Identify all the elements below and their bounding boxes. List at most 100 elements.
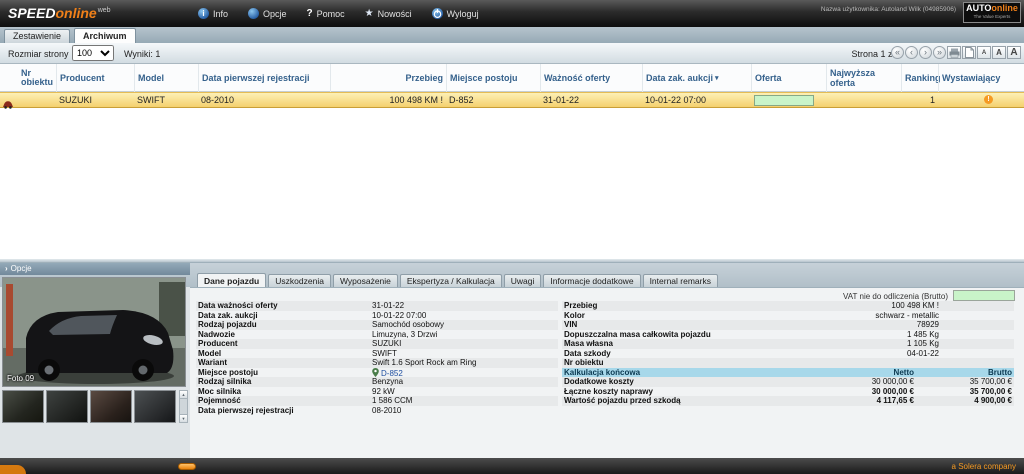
font-size-small-button[interactable]: A [977,46,991,59]
font-size-medium-button[interactable]: A [992,46,1006,59]
top-bar: SPEEDonlineweb i Info Opcje ? Pomoc ★ No… [0,0,1024,27]
column-header-najwyzsza-oferta[interactable]: Najwyższa oferta [826,64,901,92]
info-icon: i [198,8,209,19]
tab-internal-remarks[interactable]: Internal remarks [643,274,718,288]
detail-row: Data zak. aukcji10-01-22 07:00 [196,311,558,321]
brutto-value: 4 900,00 € [974,396,1012,406]
brand-tagline: The Value Experts [964,14,1020,20]
field-label: Dodatkowe koszty [564,377,634,387]
detail-row: Dopuszczalna masa całkowita pojazdu1 485… [562,330,1014,340]
tab-informacje-dodatkowe[interactable]: Informacje dodatkowe [543,274,640,288]
logout-icon [432,8,443,19]
print-button[interactable] [947,46,961,59]
nav-info-label: Info [213,9,228,19]
solera-copyright: a Solera company [952,462,1016,471]
username-label: Nazwa użytkownika: Autoland Wilk (049859… [821,6,956,13]
vat-value-box [953,290,1015,301]
kalkulacja-row: Dodatkowe koszty 30 000,00 € 35 700,00 € [562,377,1014,387]
detail-section: ›Opcje Foto 09 ▲ [0,258,1024,458]
table-row[interactable]: SUZUKI SWIFT 08-2010 100 498 KM ! D-852 … [0,92,1024,108]
toolbar-icons: « ‹ › » A A A [891,46,1021,59]
field-value: 08-2010 [372,406,401,416]
opcje-panel-header[interactable]: ›Opcje [0,263,190,275]
brutto-value: 35 700,00 € [970,377,1012,387]
netto-header: Netto [894,368,914,378]
tab-uszkodzenia[interactable]: Uszkodzenia [268,274,331,288]
export-button[interactable] [962,46,976,59]
column-header-data-zak-aukcji[interactable]: Data zak. aukcji ▾ [642,64,751,92]
detail-row: ModelSWIFT [196,349,558,359]
photo-thumbnails [2,390,176,423]
thumbnail-4[interactable] [134,390,176,423]
column-header-wystawiajacy[interactable]: Wystawiający [938,64,1006,92]
column-header-nr-obiektu[interactable]: Nr obiektu [18,64,56,92]
font-size-large-button[interactable]: A [1007,46,1021,59]
collapse-handle[interactable] [178,463,196,470]
nav-pomoc[interactable]: ? Pomoc [307,8,345,19]
next-page-button[interactable]: › [919,46,932,59]
last-page-button[interactable]: » [933,46,946,59]
scroll-up-icon[interactable]: ▲ [180,391,187,399]
tab-dane-pojazdu[interactable]: Dane pojazdu [197,273,266,288]
detail-row: Kolorschwarz - metallic [562,311,1014,321]
oferta-input[interactable] [754,95,814,106]
nav-info[interactable]: i Info [198,8,228,19]
thumbnail-scrollbar[interactable]: ▲ ▼ [179,390,188,423]
nav-nowosci[interactable]: ★ Nowości [365,9,412,19]
cell-waznosc-oferty: 31-01-22 [540,93,582,107]
field-label: Miejsce postoju [198,368,258,378]
column-header-model[interactable]: Model [134,64,198,92]
field-label: Data ważności oferty [198,301,278,311]
detail-row: Data ważności oferty31-01-22 [196,301,558,311]
tab-ekspertyza-kalkulacja[interactable]: Ekspertyza / Kalkulacja [400,274,502,288]
column-header-ranking[interactable]: Ranking [901,64,938,92]
first-page-button[interactable]: « [891,46,904,59]
column-header-producent[interactable]: Producent [56,64,134,92]
field-label: Wariant [198,358,227,368]
results-table-header: Nr obiektu Producent Model Data pierwsze… [0,64,1024,92]
page-size-select[interactable]: 100 [72,45,114,61]
field-label: Nadwozie [198,330,235,340]
prev-page-button[interactable]: ‹ [905,46,918,59]
column-header-data-rejestracji[interactable]: Data pierwszej rejestracji [198,64,330,92]
field-label: Data szkody [564,349,611,359]
nav-nowosci-label: Nowości [378,9,412,19]
scroll-down-icon[interactable]: ▼ [180,414,187,422]
column-header-oferta[interactable]: Oferta [751,64,826,92]
nav-opcje[interactable]: Opcje [248,8,287,19]
field-value: 92 kW [372,387,395,397]
nav-wyloguj[interactable]: Wyloguj [432,8,479,19]
tab-uwagi[interactable]: Uwagi [504,274,542,288]
brutto-header: Brutto [988,368,1012,378]
thumbnail-1[interactable] [2,390,44,423]
field-label: Nr obiektu [564,358,604,368]
opcje-panel-label: Opcje [11,264,32,273]
thumbnail-3[interactable] [90,390,132,423]
chevron-right-icon: › [5,264,8,273]
field-value: Samochód osobowy [372,320,444,330]
tab-archiwum[interactable]: Archiwum [74,28,136,43]
cell-miejsce-postoju: D-852 [446,93,477,107]
field-label: Data pierwszej rejestracji [198,406,294,416]
detail-row: Przebieg100 498 KM ! [562,301,1014,311]
detail-row: VIN78929 [562,320,1014,330]
cell-data-rejestracji: 08-2010 [198,93,237,107]
cell-producent: SUZUKI [56,93,95,107]
detail-row: Masa własna1 105 Kg [562,339,1014,349]
detail-row: Wariant Swift 1.6 Sport Rock am Ring [196,358,558,368]
field-value: Swift 1.6 Sport Rock am Ring [372,358,476,368]
column-header-przebieg[interactable]: Przebieg [330,64,446,92]
field-label: Dopuszczalna masa całkowita pojazdu [564,330,711,340]
warning-icon[interactable]: ! [984,95,993,104]
field-value: 10-01-22 07:00 [372,311,426,321]
column-header-waznosc-oferty[interactable]: Ważność oferty [540,64,642,92]
tab-wyposazenie[interactable]: Wyposażenie [333,274,398,288]
column-header-miejsce-postoju[interactable]: Miejsce postoju [446,64,540,92]
printer-icon [949,48,960,58]
results-count: Wyniki: 1 [124,49,160,59]
cell-model: SWIFT [134,93,168,107]
tab-zestawienie[interactable]: Zestawienie [4,29,70,43]
vat-label: VAT nie do odliczenia (Brutto) [843,292,948,301]
thumbnail-2[interactable] [46,390,88,423]
vehicle-photo[interactable]: Foto 09 [2,277,186,387]
